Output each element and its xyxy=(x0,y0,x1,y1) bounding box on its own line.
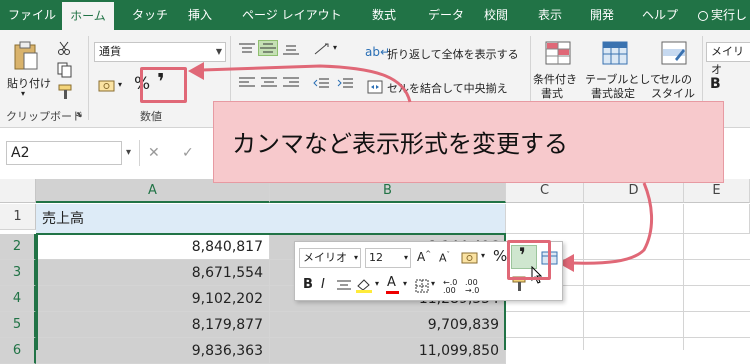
chevron-down-icon: ▾ xyxy=(431,279,436,288)
arrow-head-icon xyxy=(188,62,204,80)
currency-icon[interactable] xyxy=(461,251,479,265)
chevron-down-icon: ▾ xyxy=(403,253,408,262)
highlight-box-mini-comma xyxy=(507,240,551,280)
increase-decimal-icon[interactable]: ←.0.00 xyxy=(443,279,457,295)
increase-font-icon[interactable]: A^ xyxy=(417,250,431,264)
align-center-icon[interactable] xyxy=(337,280,351,292)
font-color-icon[interactable]: A xyxy=(387,275,396,290)
decrease-font-icon[interactable]: Aˇ xyxy=(439,251,450,265)
mini-percent-button[interactable]: % xyxy=(493,247,507,265)
italic-button[interactable]: I xyxy=(321,277,325,292)
chevron-down-icon: ▾ xyxy=(375,279,380,288)
chevron-down-icon: ▾ xyxy=(403,279,408,288)
mini-size-dropdown[interactable]: 12 ▾ xyxy=(365,248,411,268)
bold-button[interactable]: B xyxy=(303,277,313,292)
fill-color-icon[interactable] xyxy=(355,277,373,293)
chevron-down-icon: ▾ xyxy=(353,253,358,262)
borders-icon[interactable] xyxy=(415,279,429,293)
decrease-decimal-icon[interactable]: .00 →.0 xyxy=(465,279,479,295)
chevron-down-icon: ▾ xyxy=(481,251,486,260)
mini-font-dropdown[interactable]: メイリオ ▾ xyxy=(299,248,361,268)
font-color-swatch xyxy=(386,291,399,294)
